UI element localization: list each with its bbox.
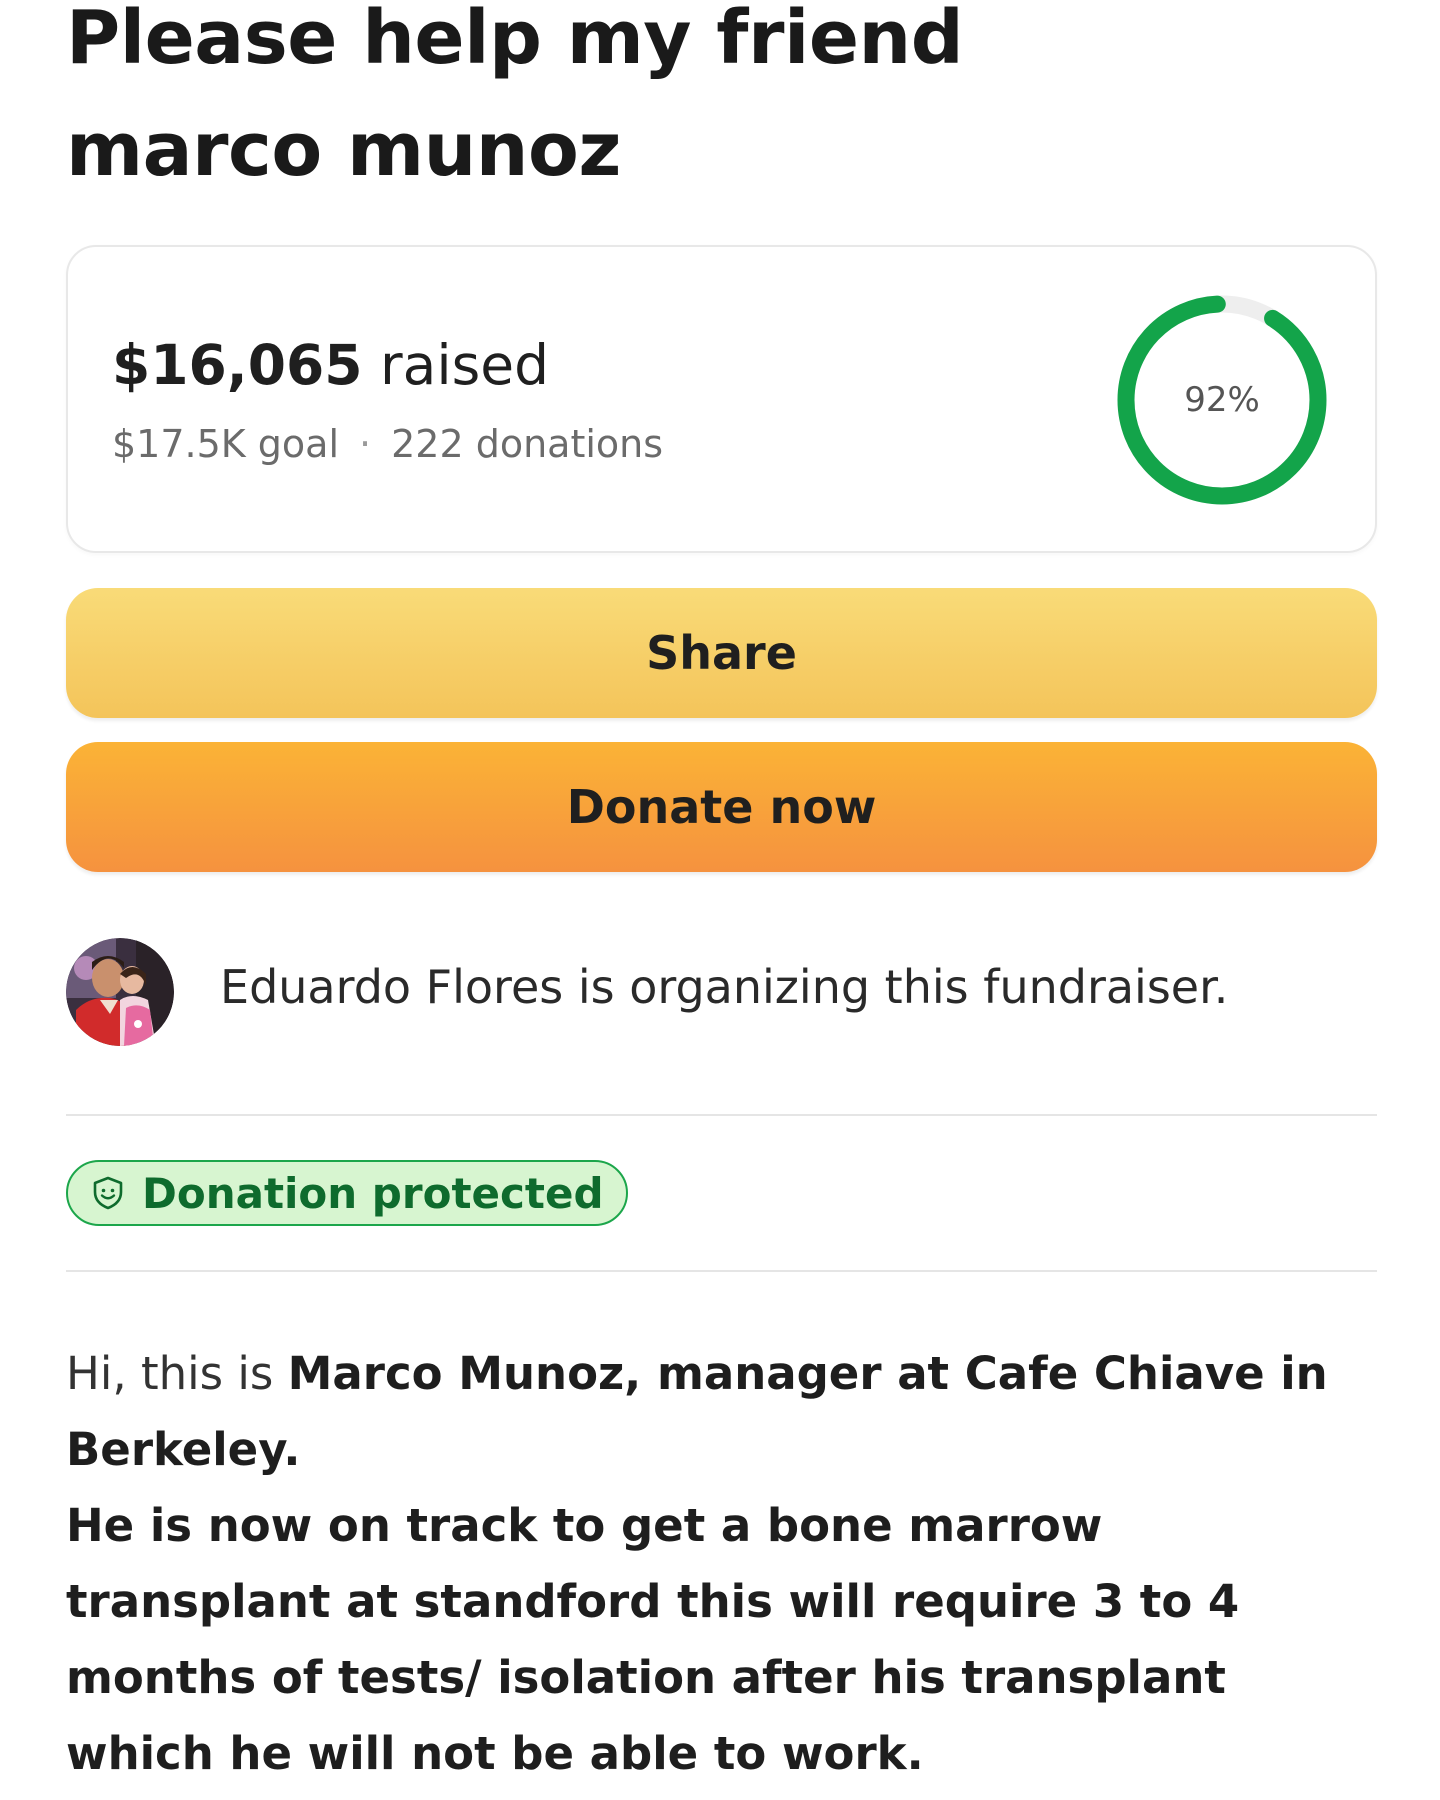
badge-label: Donation protected <box>142 1168 604 1218</box>
progress-card: $16,065 raised $17.5K goal · 222 donations… <box>66 245 1377 553</box>
meta-separator: · <box>359 422 372 466</box>
story-paragraph: Hi, this is Marco Munoz, manager at Cafe… <box>66 1336 1377 1488</box>
donation-protected-badge[interactable]: Donation protected <box>66 1160 628 1226</box>
story-intro: Hi, this is <box>66 1347 288 1400</box>
shield-smile-icon <box>90 1175 126 1211</box>
page-title: Please help my friend marco munoz <box>66 0 964 193</box>
organizer-row: Eduardo Flores is organizing this fundra… <box>66 938 1377 1048</box>
progress-percent: 92% <box>1184 380 1260 420</box>
raised-suffix: raised <box>362 333 549 397</box>
donate-now-button[interactable]: Donate now <box>66 742 1377 872</box>
goal-text: $17.5K goal <box>112 422 339 466</box>
goal-and-donations: $17.5K goal · 222 donations <box>112 422 663 466</box>
organizer-photo <box>66 938 174 1046</box>
donations-count: 222 donations <box>391 422 664 466</box>
progress-ring: 92% <box>1111 289 1333 511</box>
raised-amount: $16,065 raised <box>112 333 549 397</box>
avatar[interactable] <box>66 938 174 1046</box>
story-text: Hi, this is Marco Munoz, manager at Cafe… <box>66 1336 1377 1792</box>
raised-value: $16,065 <box>112 333 363 397</box>
story-body: He is now on track to get a bone marrow … <box>66 1499 1240 1780</box>
divider <box>66 1114 1377 1116</box>
divider <box>66 1270 1377 1272</box>
organizer-text: Eduardo Flores is organizing this fundra… <box>220 960 1229 1014</box>
share-button[interactable]: Share <box>66 588 1377 718</box>
